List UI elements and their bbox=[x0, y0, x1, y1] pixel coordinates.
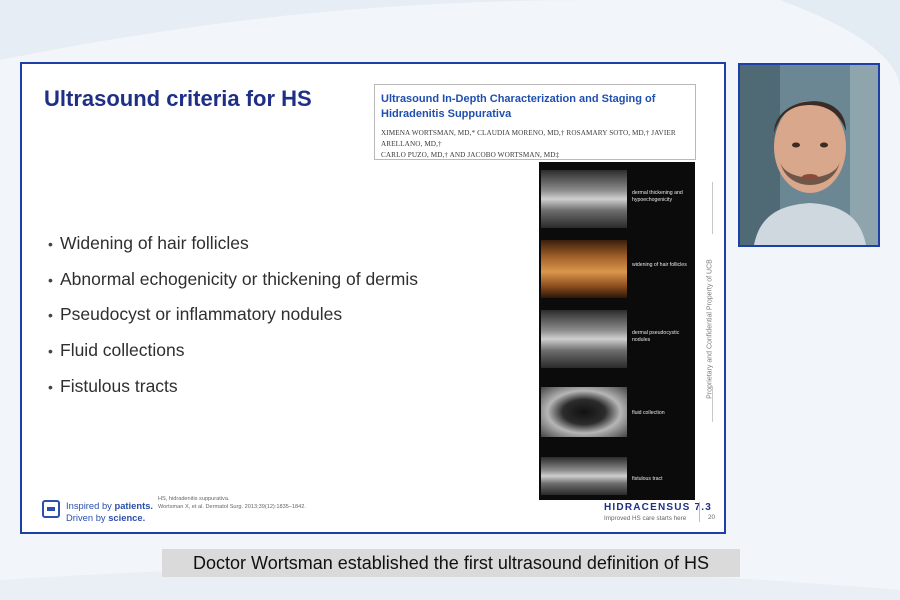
tagline-bold: science. bbox=[108, 512, 146, 523]
criteria-item: • Pseudocyst or inflammatory nodules bbox=[48, 297, 418, 333]
ultrasound-label: fistulous tract bbox=[632, 476, 663, 482]
footer-tagline: Inspired by patients. Driven by science. bbox=[66, 500, 153, 524]
criteria-item: • Widening of hair follicles bbox=[48, 226, 418, 262]
criteria-item: • Abnormal echogenicity or thickening of … bbox=[48, 262, 418, 298]
ultrasound-image bbox=[541, 387, 627, 437]
criteria-text: Widening of hair follicles bbox=[60, 233, 249, 253]
paper-authors: XIMENA WORTSMAN, MD,* CLAUDIA MORENO, MD… bbox=[381, 128, 689, 161]
tagline-line: Driven by science. bbox=[66, 512, 153, 524]
tagline-text: Driven by bbox=[66, 512, 109, 523]
criteria-text: Pseudocyst or inflammatory nodules bbox=[60, 304, 343, 325]
brand-subtitle: Improved HS care starts here bbox=[604, 515, 687, 522]
ultrasound-image bbox=[541, 240, 627, 298]
side-confidential-label: Proprietary and Confidential Property of… bbox=[706, 259, 714, 399]
ucb-logo-icon bbox=[42, 500, 60, 518]
presentation-slide: Ultrasound criteria for HS Ultrasound In… bbox=[20, 62, 726, 534]
bullet-icon: • bbox=[48, 378, 53, 395]
bullet-icon: • bbox=[48, 343, 53, 360]
ultrasound-image bbox=[541, 457, 627, 495]
speaker-avatar bbox=[740, 65, 878, 245]
ultrasound-image bbox=[541, 310, 627, 368]
ultrasound-label: widening of hair follicles bbox=[632, 262, 687, 268]
ultrasound-image-panel: dermal thickening and hypoechogenicity w… bbox=[539, 162, 695, 500]
webcam-video[interactable] bbox=[738, 63, 880, 247]
criteria-list: • Widening of hair follicles • Abnormal ec… bbox=[48, 226, 418, 404]
tagline-line: Inspired by patients. bbox=[66, 500, 153, 512]
ultrasound-label: dermal pseudocystic nodules bbox=[632, 330, 680, 343]
ultrasound-label: fluid collection bbox=[632, 410, 665, 416]
page-number: 20 bbox=[708, 514, 716, 521]
bullet-icon: • bbox=[48, 271, 53, 288]
criteria-text: Abnormal echogenicity or thickening of d… bbox=[60, 268, 418, 289]
paper-reference: Ultrasound In-Depth Characterization and… bbox=[374, 84, 696, 160]
tagline-text: Inspired by bbox=[66, 500, 115, 511]
criteria-text: Fistulous tracts bbox=[60, 375, 178, 396]
paper-title: Ultrasound In-Depth Characterization and… bbox=[381, 93, 656, 120]
footnote-line: HS, hidradenitis suppurativa. bbox=[158, 496, 230, 502]
subtitle-caption: Doctor Wortsman established the first ul… bbox=[162, 549, 740, 577]
criteria-text: Fluid collections bbox=[60, 340, 185, 361]
footnote: HS, hidradenitis suppurativa. Wortsman X… bbox=[158, 496, 306, 511]
tagline-bold: patients. bbox=[114, 500, 154, 511]
brand-name: HIDRACENSUS 7.3 bbox=[604, 502, 713, 513]
criteria-item: • Fistulous tracts bbox=[48, 369, 418, 405]
bullet-icon: • bbox=[48, 236, 53, 252]
bullet-icon: • bbox=[48, 307, 53, 324]
side-confidential-text: Proprietary and Confidential Property of… bbox=[701, 214, 719, 444]
ultrasound-image bbox=[541, 170, 627, 228]
paper-authors-line: XIMENA WORTSMAN, MD,* CLAUDIA MORENO, MD… bbox=[381, 129, 676, 148]
criteria-item: • Fluid collections bbox=[48, 333, 418, 369]
paper-authors-line: CARLO PUZO, MD,† AND JACOBO WORTSMAN, MD… bbox=[381, 151, 560, 159]
side-divider bbox=[712, 386, 713, 422]
slide-title: Ultrasound criteria for HS bbox=[44, 86, 312, 111]
footnote-line: Wortsman X, et al. Dermatol Surg. 2013;3… bbox=[158, 503, 306, 510]
footer-divider bbox=[699, 502, 700, 522]
ultrasound-label: dermal thickening and hypoechogenicity bbox=[632, 190, 683, 203]
